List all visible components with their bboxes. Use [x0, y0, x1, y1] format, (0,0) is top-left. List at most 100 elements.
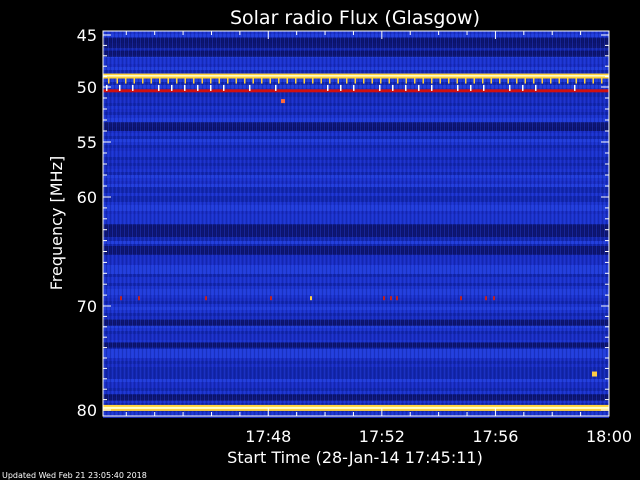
periodic-spike	[312, 77, 314, 84]
burst-mark-69mhz	[485, 296, 487, 301]
spike-50mhz	[197, 84, 199, 91]
burst-mark-69mhz	[205, 296, 207, 301]
periodic-spike	[363, 77, 365, 84]
burst-mark-69mhz	[460, 296, 462, 301]
periodic-spike	[422, 77, 424, 84]
periodic-spike	[286, 77, 288, 84]
periodic-spike	[150, 77, 152, 84]
spike-50mhz	[574, 84, 576, 91]
periodic-spike	[142, 77, 144, 84]
periodic-spike	[269, 77, 271, 84]
periodic-spike	[524, 77, 526, 84]
y-tick-label: 50	[77, 78, 97, 97]
periodic-spike	[159, 77, 161, 84]
periodic-spike	[414, 77, 416, 84]
periodic-spike	[490, 77, 492, 84]
periodic-spike	[184, 77, 186, 84]
interference-line-49mhz-core	[103, 75, 609, 77]
periodic-spike	[235, 77, 237, 84]
burst-mark-69mhz	[270, 296, 272, 301]
spike-50mhz	[379, 84, 381, 91]
updated-footer: Updated Wed Feb 21 23:05:40 2018	[2, 471, 147, 480]
spike-50mhz	[327, 84, 329, 91]
periodic-spike	[278, 77, 280, 84]
periodic-spike	[201, 77, 203, 84]
spike-50mhz	[119, 84, 121, 91]
spectrogram-figure: Solar radio Flux (Glasgow) 45 50 55 60 70 80 …	[0, 0, 640, 480]
periodic-spike	[244, 77, 246, 84]
spike-50mhz	[535, 84, 537, 91]
burst-mark-69mhz	[396, 296, 398, 301]
periodic-spike	[218, 77, 220, 84]
y-tick-label: 80	[77, 401, 97, 420]
periodic-spike	[329, 77, 331, 84]
periodic-spike	[346, 77, 348, 84]
noise-texture	[103, 31, 609, 416]
periodic-spike	[320, 77, 322, 84]
interference-line-50mhz	[103, 89, 609, 93]
burst-mark-69mhz	[138, 296, 140, 301]
periodic-spike	[193, 77, 195, 84]
periodic-spike	[133, 77, 135, 84]
spike-50mhz	[418, 84, 420, 91]
periodic-spike	[108, 77, 110, 84]
spectrogram-svg: Solar radio Flux (Glasgow) 455055607080 …	[2, 7, 632, 480]
periodic-spike	[405, 77, 407, 84]
periodic-spike	[227, 77, 229, 84]
periodic-spike	[261, 77, 263, 84]
periodic-spike	[575, 77, 577, 84]
periodic-spike	[592, 77, 594, 84]
chart-title: Solar radio Flux (Glasgow)	[230, 7, 480, 29]
burst-dot	[592, 371, 597, 377]
periodic-spike	[456, 77, 458, 84]
periodic-spike	[431, 77, 433, 84]
periodic-spike	[465, 77, 467, 84]
burst-mark-69mhz	[120, 296, 122, 301]
periodic-spike	[388, 77, 390, 84]
periodic-spike	[507, 77, 509, 84]
y-axis-label: Frequency [MHz]	[47, 156, 66, 290]
x-tick-label: 18:00	[586, 427, 632, 446]
spike-50mhz	[509, 84, 511, 91]
periodic-spike	[567, 77, 569, 84]
periodic-spike	[541, 77, 543, 84]
periodic-spike	[116, 77, 118, 84]
interference-line-80mhz-core	[103, 406, 609, 409]
x-tick-label: 17:56	[472, 427, 518, 446]
spike-50mhz	[392, 84, 394, 91]
spike-50mhz	[106, 84, 108, 91]
y-tick-label: 70	[77, 297, 97, 316]
spike-50mhz	[405, 84, 407, 91]
periodic-spike	[516, 77, 518, 84]
periodic-spike	[550, 77, 552, 84]
spike-50mhz	[223, 84, 225, 91]
periodic-spike	[439, 77, 441, 84]
x-tick-label: 17:52	[359, 427, 405, 446]
spike-50mhz	[431, 84, 433, 91]
periodic-spike	[337, 77, 339, 84]
periodic-spike	[176, 77, 178, 84]
periodic-spike	[354, 77, 356, 84]
y-tick-label: 45	[77, 26, 97, 45]
periodic-spike	[558, 77, 560, 84]
burst-mark-69mhz	[390, 296, 392, 301]
x-tick-label: 17:48	[245, 427, 291, 446]
periodic-spike	[252, 77, 254, 84]
periodic-spike	[371, 77, 373, 84]
periodic-spike	[533, 77, 535, 84]
y-tick-label: 60	[77, 188, 97, 207]
spike-50mhz	[353, 84, 355, 91]
periodic-spike	[380, 77, 382, 84]
spike-50mhz	[184, 84, 186, 91]
burst-mark-69mhz	[383, 296, 385, 301]
spike-50mhz	[457, 84, 459, 91]
spike-50mhz	[158, 84, 160, 91]
spike-50mhz	[249, 84, 251, 91]
burst-dot	[281, 99, 285, 104]
periodic-spike	[584, 77, 586, 84]
spike-50mhz	[132, 84, 134, 91]
periodic-spike	[295, 77, 297, 84]
periodic-spike	[448, 77, 450, 84]
spike-50mhz	[340, 84, 342, 91]
periodic-spike	[499, 77, 501, 84]
